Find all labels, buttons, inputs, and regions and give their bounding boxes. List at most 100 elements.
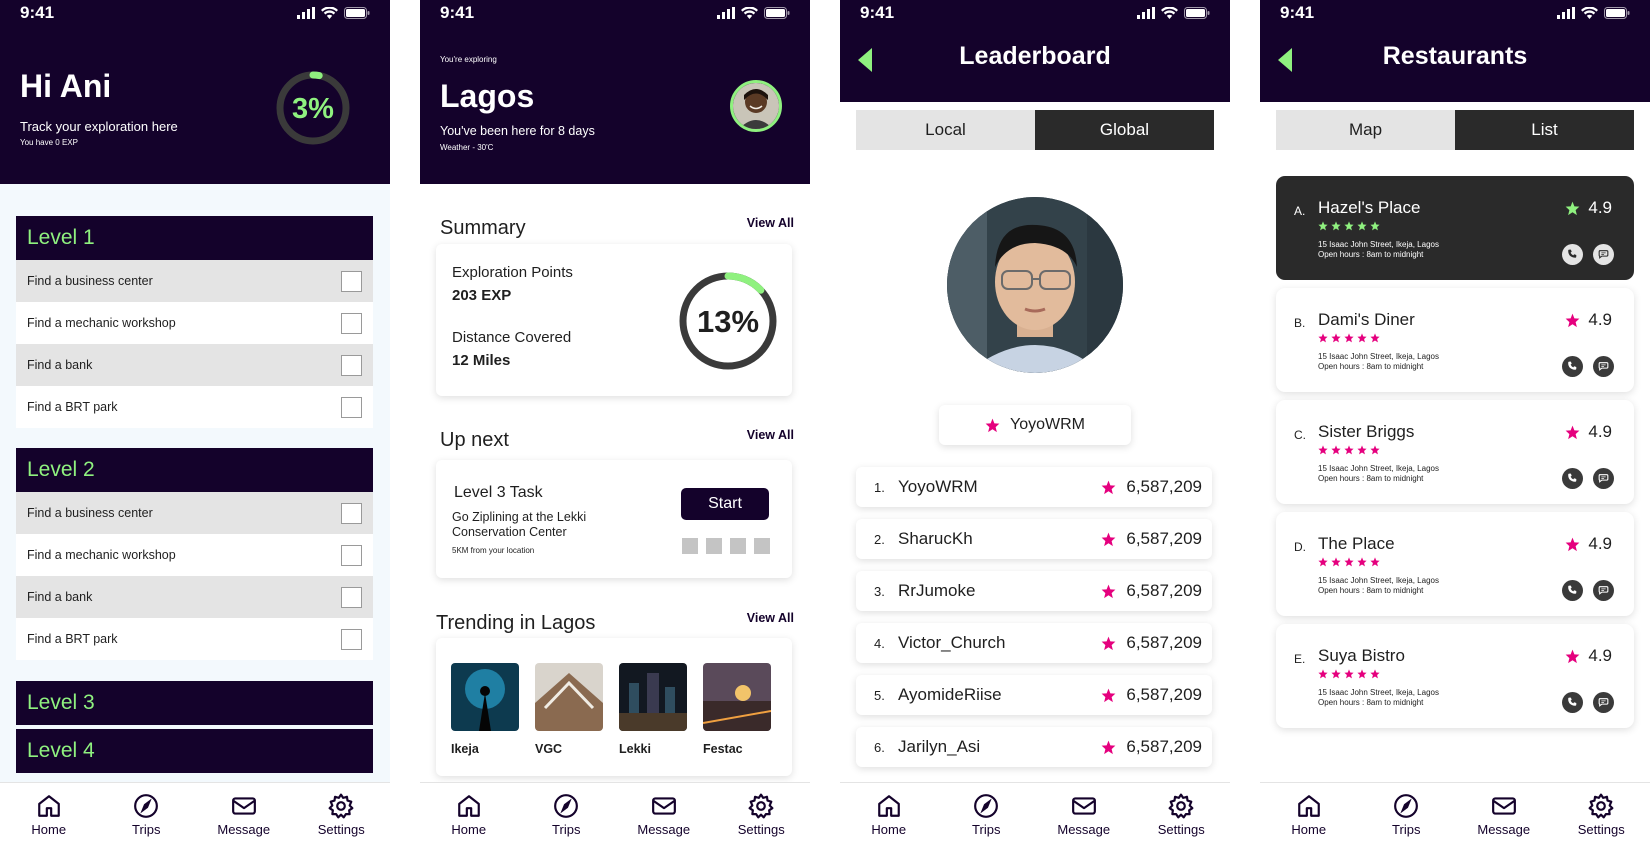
task-row[interactable]: Find a mechanic workshop xyxy=(16,302,373,344)
task-checkbox[interactable] xyxy=(341,354,362,376)
nav-home[interactable]: Home xyxy=(4,793,94,837)
nav-message[interactable]: Message xyxy=(1459,793,1549,837)
leaderboard-row[interactable]: 4. Victor_Church 6,587,209 xyxy=(856,623,1212,663)
task-row[interactable]: Find a BRT park xyxy=(16,618,373,660)
task-distance: 5KM from your location xyxy=(452,546,535,555)
task-row[interactable]: Find a bank xyxy=(16,576,373,618)
pager-dot[interactable] xyxy=(730,538,746,554)
place-thumbnail-lekki[interactable] xyxy=(619,663,687,731)
place-label: Festac xyxy=(703,742,743,756)
call-button[interactable] xyxy=(1562,692,1583,713)
summary-progress-label: 13% xyxy=(697,304,759,339)
nav-trips[interactable]: Trips xyxy=(101,793,191,837)
nav-settings[interactable]: Settings xyxy=(296,793,386,837)
star-icon xyxy=(1101,636,1116,650)
level-title[interactable]: Level 2 xyxy=(16,448,373,492)
score-value: 6,587,209 xyxy=(1126,477,1202,496)
chat-button[interactable] xyxy=(1593,580,1614,601)
nav-trips[interactable]: Trips xyxy=(521,793,611,837)
task-checkbox[interactable] xyxy=(341,544,362,566)
nav-settings[interactable]: Settings xyxy=(1556,793,1646,837)
task-checkbox[interactable] xyxy=(341,312,362,334)
upnext-view-all-link[interactable]: View All xyxy=(747,428,794,442)
gear-icon xyxy=(748,793,774,819)
place-thumbnail-ikeja[interactable] xyxy=(451,663,519,731)
avatar[interactable] xyxy=(730,80,782,132)
nav-trips[interactable]: Trips xyxy=(1361,793,1451,837)
rank: 3. xyxy=(874,583,885,599)
pager-dot[interactable] xyxy=(706,538,722,554)
compass-icon xyxy=(1394,794,1419,818)
task-checkbox[interactable] xyxy=(341,396,362,418)
task-row[interactable]: Find a business center xyxy=(16,492,373,534)
leaderboard-row[interactable]: 2. SharucKh 6,587,209 xyxy=(856,519,1212,559)
tab-list[interactable]: List xyxy=(1455,110,1634,150)
score: 6,587,209 xyxy=(1101,737,1202,757)
profile-photo[interactable] xyxy=(947,197,1123,373)
leaderboard-row[interactable]: 6. Jarilyn_Asi 6,587,209 xyxy=(856,727,1212,767)
level-title[interactable]: Level 1 xyxy=(16,216,373,260)
restaurant-card[interactable]: D. The Place 4.9 15 Isaac John Street, Ikej… xyxy=(1276,512,1634,616)
task-row[interactable]: Find a BRT park xyxy=(16,386,373,428)
current-user-chip[interactable]: YoyoWRM xyxy=(939,405,1131,445)
pager-dot[interactable] xyxy=(682,538,698,554)
chat-icon xyxy=(1598,362,1609,371)
restaurant-card[interactable]: B. Dami's Diner 4.9 15 Isaac John Street, I… xyxy=(1276,288,1634,392)
task-row[interactable]: Find a business center xyxy=(16,260,373,302)
trending-title: Trending in Lagos xyxy=(436,612,596,634)
restaurant-card[interactable]: C. Sister Briggs 4.9 15 Isaac John Street, … xyxy=(1276,400,1634,504)
place-image xyxy=(535,663,603,731)
tab-local[interactable]: Local xyxy=(856,110,1035,150)
nav-settings[interactable]: Settings xyxy=(716,793,806,837)
nav-settings-label: Settings xyxy=(1577,822,1625,837)
call-button[interactable] xyxy=(1562,580,1583,601)
task-row[interactable]: Find a mechanic workshop xyxy=(16,534,373,576)
explore-header: 9:41 You're exploring Lagos You've been … xyxy=(420,0,810,184)
nav-message[interactable]: Message xyxy=(619,793,709,837)
trending-view-all-link[interactable]: View All xyxy=(747,611,794,625)
task-row[interactable]: Find a bank xyxy=(16,344,373,386)
score: 6,587,209 xyxy=(1101,529,1202,549)
nav-message[interactable]: Message xyxy=(1039,793,1129,837)
nav-message[interactable]: Message xyxy=(199,793,289,837)
level-3[interactable]: Level 3 xyxy=(16,681,373,725)
leaderboard-row[interactable]: 1. YoyoWRM 6,587,209 xyxy=(856,467,1212,507)
restaurant-card[interactable]: E. Suya Bistro 4.9 15 Isaac John Street, Ik… xyxy=(1276,624,1634,728)
call-button[interactable] xyxy=(1562,244,1583,265)
task-checkbox[interactable] xyxy=(341,270,362,292)
nav-home[interactable]: Home xyxy=(1264,793,1354,837)
nav-trips[interactable]: Trips xyxy=(941,793,1031,837)
restaurant-card[interactable]: A. Hazel's Place 4.9 15 Isaac John Street, … xyxy=(1276,176,1634,280)
tab-map[interactable]: Map xyxy=(1276,110,1455,150)
leaderboard-row[interactable]: 5. AyomideRiise 6,587,209 xyxy=(856,675,1212,715)
distance-label: Distance Covered xyxy=(452,329,572,346)
nav-settings[interactable]: Settings xyxy=(1136,793,1226,837)
call-button[interactable] xyxy=(1562,356,1583,377)
compass-icon xyxy=(974,794,999,818)
start-button[interactable]: Start xyxy=(681,488,769,520)
level-1[interactable]: Level 1 Find a business center Find a me… xyxy=(16,216,373,428)
chat-button[interactable] xyxy=(1593,692,1614,713)
chat-button[interactable] xyxy=(1593,356,1614,377)
nav-home[interactable]: Home xyxy=(844,793,934,837)
task-checkbox[interactable] xyxy=(341,586,362,608)
place-thumbnail-vgc[interactable] xyxy=(535,663,603,731)
call-button[interactable] xyxy=(1562,468,1583,489)
chat-button[interactable] xyxy=(1593,244,1614,265)
task-checkbox[interactable] xyxy=(341,628,362,650)
pager-dot[interactable] xyxy=(754,538,770,554)
chat-button[interactable] xyxy=(1593,468,1614,489)
player-name: AyomideRiise xyxy=(898,685,1002,704)
rating-value: 4.9 xyxy=(1588,646,1612,665)
restaurant-letter: D. xyxy=(1294,540,1306,554)
summary-view-all-link[interactable]: View All xyxy=(747,216,794,230)
level-4[interactable]: Level 4 xyxy=(16,729,373,773)
place-thumbnail-festac[interactable] xyxy=(703,663,771,731)
task-description: Go Ziplining at the Lekki Conservation C… xyxy=(452,510,587,539)
task-checkbox[interactable] xyxy=(341,502,362,524)
tab-global[interactable]: Global xyxy=(1035,110,1214,150)
leaderboard-row[interactable]: 3. RrJumoke 6,587,209 xyxy=(856,571,1212,611)
nav-home[interactable]: Home xyxy=(424,793,514,837)
level-2[interactable]: Level 2 Find a business center Find a me… xyxy=(16,448,373,660)
restaurant-actions xyxy=(1562,356,1614,377)
